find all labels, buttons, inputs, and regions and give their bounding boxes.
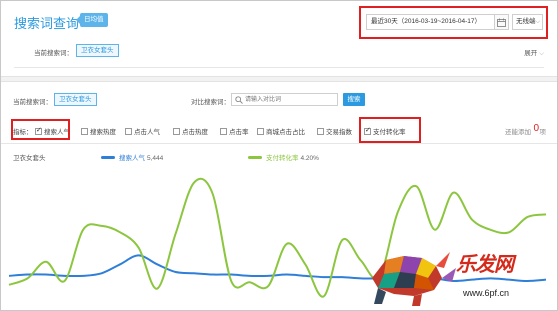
metric-label: 点击热度 [182,129,208,136]
compare-keyword-input[interactable] [245,94,335,105]
current-keyword-tag[interactable]: 卫衣女套头 [54,93,97,106]
legend-item-search-popularity[interactable]: 搜索人气 5,444 [101,152,163,162]
checkbox[interactable] [81,128,88,135]
expand-label: 展开 [524,50,538,57]
watermark-url: www.6pf.cn [463,288,510,298]
legend-value: 5,444 [147,155,164,162]
chevron-down-icon: ⌵ [535,19,540,25]
metric-search-heat[interactable]: 搜索热度 [81,126,116,136]
date-filter-highlight: 最近30天（2016-03-19~2016-04-17） 无线端 ⌵ [359,6,548,39]
divider [14,67,544,68]
metric-label: 搜索热度 [90,129,116,136]
current-keyword-label: 当前搜索词： [34,50,73,57]
header: 搜索词查询 日均值 最近30天（2016-03-19~2016-04-17） 无… [1,1,557,80]
metric-label: 点击人气 [134,129,160,136]
search-popularity-highlight [11,119,70,140]
divider [1,143,557,144]
checkbox[interactable] [257,128,264,135]
compare-keyword-label: 对比搜索词： [191,99,230,106]
checkbox[interactable] [173,128,180,135]
add-more-unit: 项 [539,129,547,136]
legend-line-icon [101,156,115,159]
watermark-text: 乐发网 [456,252,514,276]
terminal-value: 无线端 [516,18,536,25]
add-more-label: 还能添加 [505,129,531,136]
checkbox[interactable] [125,128,132,135]
metrics-row: 指标： 搜索人气 搜索热度 点击人气 点击热度 点击率 商城点击占比 交易指数 … [13,123,546,139]
current-keyword-tag[interactable]: 卫衣女套头 [76,44,119,57]
section-separator [1,76,557,82]
calendar-icon [497,18,506,27]
metric-click-heat[interactable]: 点击热度 [173,126,208,136]
metric-label: 交易指数 [326,129,352,136]
date-range-select[interactable]: 最近30天（2016-03-19~2016-04-17） [366,14,495,30]
legend-line-icon [248,156,262,159]
checkbox[interactable] [220,128,227,135]
metric-label: 点击率 [229,129,249,136]
metric-label: 商城点击占比 [266,129,305,136]
search-button[interactable]: 搜索 [343,93,365,106]
calendar-button[interactable] [495,14,509,30]
daily-average-badge: 日均值 [76,13,108,27]
metric-mall-click-share[interactable]: 商城点击占比 [257,126,305,136]
compare-keyword-field[interactable] [231,93,338,106]
compare-row: 当前搜索词： 卫衣女套头 对比搜索词： 搜索 [13,92,543,108]
current-keyword-label: 当前搜索词： [13,99,52,106]
payment-conversion-highlight [359,117,421,143]
terminal-select[interactable]: 无线端 ⌵ [512,14,543,30]
legend-name: 搜索人气 [119,155,145,162]
checkbox[interactable] [317,128,324,135]
chart-keyword: 卫衣女套头 [13,155,46,162]
search-icon [235,96,243,104]
expand-toggle[interactable]: 展开 ⌵ [524,47,544,58]
legend-name: 支付转化率 [266,155,299,162]
page-title: 搜索词查询 [14,16,80,31]
metric-click-rate[interactable]: 点击率 [220,126,249,136]
metric-transaction-index[interactable]: 交易指数 [317,126,352,136]
add-more-count: 0 [533,123,539,134]
current-keyword-row: 当前搜索词： 卫衣女套头 展开 ⌵ [14,41,544,63]
legend-item-payment-conversion[interactable]: 支付转化率 4.20% [248,152,319,162]
legend-value: 4.20% [300,155,319,162]
metric-click-popularity[interactable]: 点击人气 [125,126,160,136]
chevron-down-icon: ⌵ [539,50,544,57]
chart-legend: 卫衣女套头 搜索人气 5,444 支付转化率 4.20% [13,152,543,164]
